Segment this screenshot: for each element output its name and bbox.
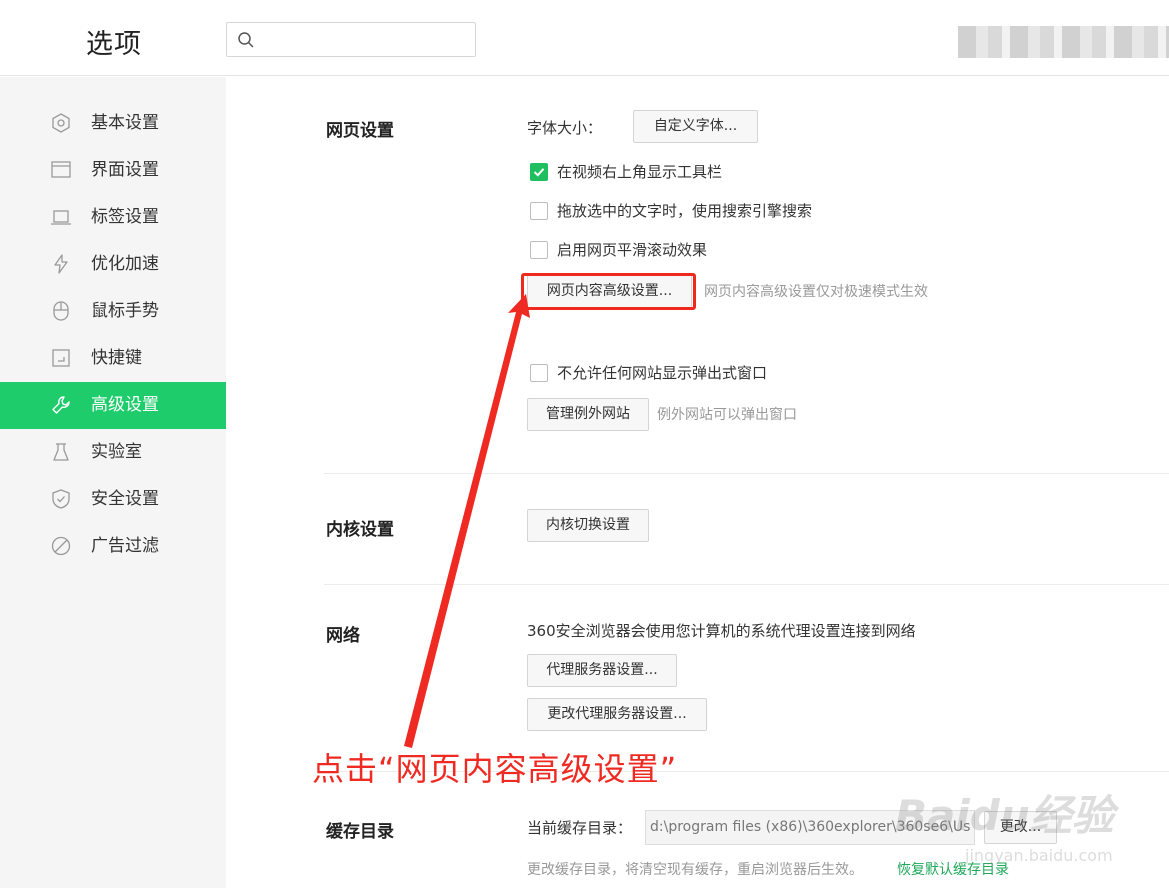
account-info-blurred[interactable] [958, 26, 1169, 58]
sidebar-item-label: 界面设置 [91, 160, 159, 180]
sidebar-item-interface[interactable]: 界面设置 [0, 147, 226, 194]
shortcut-key-icon [52, 349, 70, 367]
section-divider [324, 473, 1169, 474]
check-icon [533, 168, 545, 177]
sidebar-item-advanced[interactable]: 高级设置 [0, 382, 226, 429]
cache-hint: 更改缓存目录，将清空现有缓存，重启浏览器后生效。 [527, 862, 863, 878]
page-title: 选项 [86, 29, 142, 60]
tab-icon [51, 210, 71, 225]
sidebar-item-lab[interactable]: 实验室 [0, 429, 226, 476]
section-title-cache: 缓存目录 [326, 822, 394, 842]
sidebar-item-basic[interactable]: 基本设置 [0, 100, 226, 147]
header: 选项 [0, 0, 1169, 76]
search-input[interactable] [261, 27, 467, 52]
section-divider [324, 584, 1169, 585]
watermark-brand: Baidu经验 [895, 791, 1114, 840]
smooth-scroll-checkbox[interactable] [530, 241, 548, 259]
flask-icon [53, 443, 69, 461]
mouse-icon [53, 301, 69, 321]
baidu-jingyan-watermark: Baidu经验 jingyan.baidu.com [895, 760, 1125, 885]
custom-font-button[interactable]: 自定义字体... [633, 110, 758, 143]
toolbar-checkbox-label: 在视频右上角显示工具栏 [557, 163, 723, 181]
kernel-switch-button[interactable]: 内核切换设置 [527, 509, 649, 542]
sidebar-item-mouse-gesture[interactable]: 鼠标手势 [0, 288, 226, 335]
section-title-network: 网络 [326, 626, 360, 646]
sidebar: 基本设置 界面设置 标签设置 优化加速 鼠标手势 快捷键 高级设置 实验室 安全… [0, 77, 226, 888]
manage-exceptions-hint: 例外网站可以弹出窗口 [657, 407, 797, 423]
search-icon [238, 32, 254, 48]
popup-block-checkbox-label: 不允许任何网站显示弹出式窗口 [557, 364, 768, 382]
proxy-settings-button[interactable]: 代理服务器设置... [527, 654, 677, 687]
hexagon-gear-icon [52, 113, 70, 133]
sidebar-item-label: 安全设置 [91, 489, 159, 509]
window-icon [51, 161, 71, 178]
annotation-highlight-box [521, 273, 696, 310]
search-box[interactable] [226, 22, 476, 57]
manage-exceptions-button[interactable]: 管理例外网站 [527, 398, 649, 431]
section-title-kernel: 内核设置 [326, 520, 394, 540]
sidebar-item-label: 实验室 [91, 442, 142, 462]
annotation-text: 点击“网页内容高级设置” [312, 750, 678, 788]
cache-current-label: 当前缓存目录： [527, 819, 633, 837]
watermark-url: jingyan.baidu.com [965, 846, 1113, 865]
toolbar-checkbox[interactable] [530, 163, 548, 181]
sidebar-item-label: 基本设置 [91, 113, 159, 133]
shield-icon [52, 489, 70, 509]
change-proxy-button[interactable]: 更改代理服务器设置... [527, 698, 707, 731]
sidebar-item-label: 快捷键 [91, 348, 142, 368]
sidebar-item-optimize[interactable]: 优化加速 [0, 241, 226, 288]
sidebar-item-label: 标签设置 [91, 207, 159, 227]
block-icon [51, 536, 71, 556]
sidebar-item-adblock[interactable]: 广告过滤 [0, 523, 226, 570]
section-title-web: 网页设置 [326, 121, 394, 141]
sidebar-item-shortcuts[interactable]: 快捷键 [0, 335, 226, 382]
smooth-scroll-checkbox-label: 启用网页平滑滚动效果 [557, 241, 708, 259]
drag-search-checkbox[interactable] [530, 202, 548, 220]
sidebar-item-tabs[interactable]: 标签设置 [0, 194, 226, 241]
network-description: 360安全浏览器会使用您计算机的系统代理设置连接到网络 [527, 622, 916, 640]
sidebar-item-label: 广告过滤 [91, 536, 159, 556]
lightning-icon [54, 254, 68, 274]
sidebar-item-label: 优化加速 [91, 254, 159, 274]
popup-block-checkbox[interactable] [530, 364, 548, 382]
wrench-icon [52, 396, 70, 414]
sidebar-item-label: 鼠标手势 [91, 301, 159, 321]
advanced-content-hint: 网页内容高级设置仅对极速模式生效 [704, 284, 928, 300]
sidebar-item-label: 高级设置 [91, 395, 159, 415]
font-size-label: 字体大小： [527, 119, 603, 137]
sidebar-item-security[interactable]: 安全设置 [0, 476, 226, 523]
drag-search-checkbox-label: 拖放选中的文字时，使用搜索引擎搜索 [557, 202, 813, 220]
